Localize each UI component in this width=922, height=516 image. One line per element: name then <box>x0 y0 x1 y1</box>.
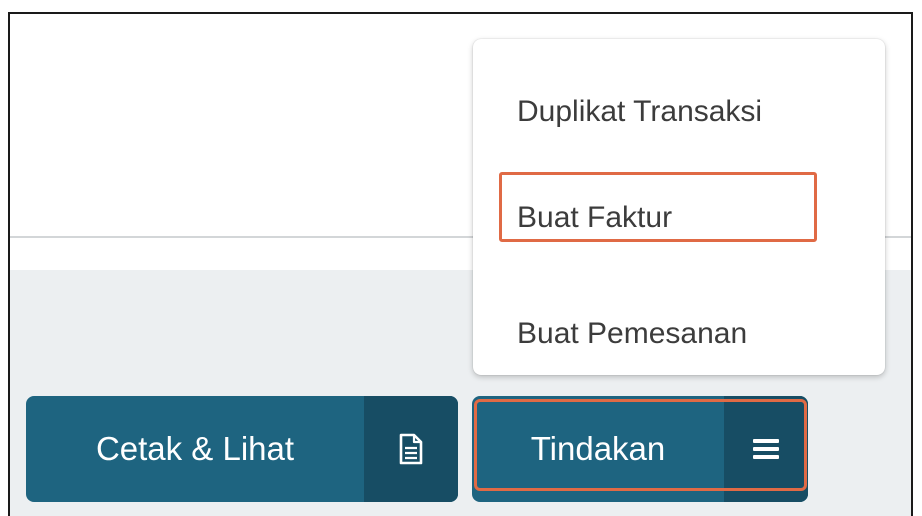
menu-item-label: Buat Pemesanan <box>517 317 748 350</box>
menu-item-buat-pemesanan[interactable]: Buat Pemesanan <box>473 304 885 364</box>
app-frame: Duplikat Transaksi Buat Faktur Buat Peme… <box>8 12 913 516</box>
print-view-label: Cetak & Lihat <box>95 430 295 467</box>
actions-dropdown-menu: Duplikat Transaksi Buat Faktur Buat Peme… <box>473 39 885 375</box>
hamburger-menu-icon <box>724 396 808 502</box>
menu-item-buat-faktur[interactable]: Buat Faktur <box>473 188 885 248</box>
menu-item-duplikat-transaksi[interactable]: Duplikat Transaksi <box>473 82 885 142</box>
menu-item-label: Duplikat Transaksi <box>517 95 763 128</box>
actions-button[interactable]: Tindakan <box>472 396 808 502</box>
menu-item-label: Buat Faktur <box>517 201 673 234</box>
actions-label: Tindakan <box>530 430 666 467</box>
document-icon <box>364 396 458 502</box>
print-view-button[interactable]: Cetak & Lihat <box>26 396 458 502</box>
